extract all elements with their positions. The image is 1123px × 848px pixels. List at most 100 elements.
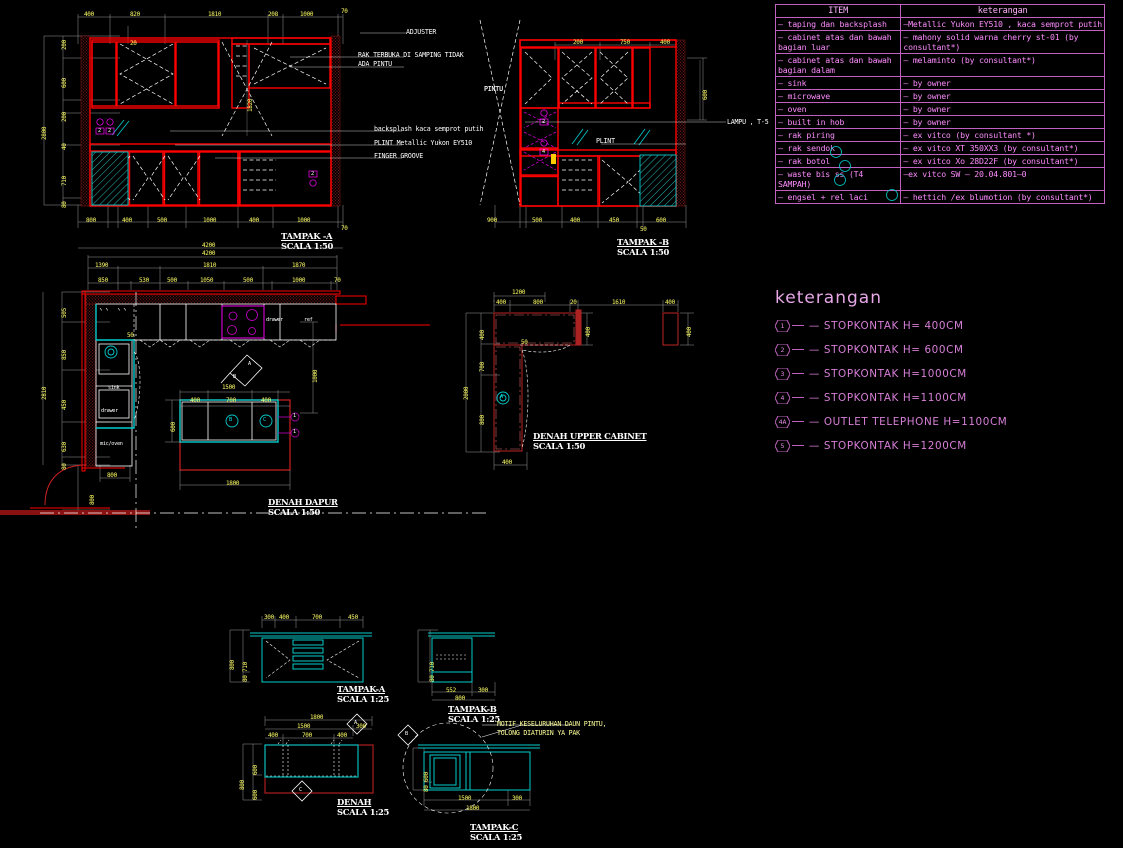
marker-dd-a: A (354, 720, 357, 726)
dim-b-top-2: 750 (620, 39, 630, 46)
spec-value: — by owner (900, 102, 1105, 117)
spec-value: — by owner (900, 76, 1105, 91)
material-spec-table: ITEM keterangan — taping dan backsplash … (774, 3, 1105, 205)
spec-value: — hettich /ex blumotion (by consultant*) (900, 190, 1105, 205)
legend-number: 4 (780, 393, 785, 402)
legend-number: 3 (780, 369, 785, 378)
dim-plan-left-2: 850 (61, 350, 68, 360)
dim-plan-right: 1000 (312, 369, 319, 383)
dim-upper-2: 800 (533, 299, 543, 306)
dim-a-inner: 1820 (247, 98, 254, 112)
legend-dash-icon (792, 325, 804, 326)
legend-dash-icon (792, 397, 804, 398)
spec-item: — rak sendok (774, 141, 902, 156)
title-detail-tampak-c-text: TAMPAK-C (470, 822, 519, 832)
dim-upper-left-2: 700 (479, 362, 486, 372)
title-denah-dapur: DENAH DAPUR SCALA 1:50 (268, 497, 338, 517)
dim-db-left-1: 710 (429, 662, 436, 672)
spec-value: — ex vitco (by consultant *) (900, 128, 1105, 143)
legend-item-4a: 4A — OUTLET TELEPHONE H=1100CM (775, 415, 1007, 428)
spec-row: — cabinet atas dan bawah bagian luar — m… (774, 30, 1105, 55)
dim-plan-left-overall: 2810 (41, 386, 48, 400)
dim-dd-r2-1: 1500 (297, 723, 311, 730)
dim-b-top-1: 200 (573, 39, 583, 46)
spec-header-row: ITEM keterangan (774, 3, 1105, 19)
title-detail-tampak-a: TAMPAK-A SCALA 1:25 (337, 684, 389, 704)
dim-db-left-2: 80 (429, 675, 436, 682)
marker-upper-a: A (500, 394, 503, 400)
title-denah-dapur-text: DENAH DAPUR (268, 497, 338, 507)
note-rak-terbuka-1: RAK TERBUKA DI SAMPING TIDAK (358, 51, 464, 59)
title-tampak-a: TAMPAK -A SCALA 1:50 (281, 231, 334, 251)
legend-text: — STOPKONTAK H=1000CM (809, 367, 967, 380)
dim-a-bot-5: 400 (249, 217, 259, 224)
legend-dash-icon (792, 349, 804, 350)
legend-item-4: 4 — STOPKONTAK H=1100CM (775, 391, 1007, 404)
hexagon-marker-icon: 4A (775, 415, 790, 428)
spec-row: — taping dan backsplash —Metallic Yukon … (774, 17, 1105, 32)
title-tampak-b: TAMPAK -B SCALA 1:50 (617, 237, 670, 257)
spec-header-keterangan: keterangan (900, 3, 1105, 19)
spec-header-item: ITEM (774, 3, 902, 19)
dim-a-top-6: 70 (341, 8, 348, 15)
dim-da-left-2: 80 (242, 675, 249, 682)
dim-dd-r3-2: 700 (302, 732, 312, 739)
dim-db-bot-overall: 800 (455, 695, 465, 702)
dim-upper-left-overall: 2000 (463, 386, 470, 400)
dim-plan-r3-5: 500 (243, 277, 253, 284)
spec-item: — microwave (774, 89, 902, 104)
dim-a-top-5: 1000 (300, 11, 314, 18)
dim-island-overall: 1500 (222, 384, 236, 391)
legend-text: — OUTLET TELEPHONE H=1100CM (809, 415, 1008, 428)
dim-upper-right-2: 400 (686, 327, 693, 337)
section-mark-a: A (248, 361, 251, 367)
keterangan-title: keterangan (775, 288, 882, 308)
detail-tampak-a (229, 616, 372, 683)
outlet-num-b1: 2 (542, 119, 545, 125)
legend-text: — STOPKONTAK H=1100CM (809, 391, 967, 404)
title-denah-upper: DENAH UPPER CABINET SCALA 1:50 (533, 431, 647, 451)
spec-value: —ex vitco SW — 20.04.801—0 (900, 167, 1105, 192)
label-drawer-top: drawer (266, 317, 283, 323)
dim-a-top-inner: 20 (130, 40, 137, 47)
island (165, 390, 300, 490)
outlet-num-b2: 4 (542, 149, 545, 155)
legend-text: — STOPKONTAK H=1200CM (809, 439, 967, 452)
spec-row: — engsel + rel laci — hettich /ex blumot… (774, 190, 1105, 205)
spec-row: — rak sendok — ex vitco XT 350XX3 (by co… (774, 141, 1105, 156)
title-tampak-b-scale: SCALA 1:50 (617, 246, 670, 257)
spec-value: — mahony solid warna cherry st-01 (by co… (900, 30, 1105, 55)
dim-a-bot-7: 70 (341, 225, 348, 232)
dim-dc-left-1: 600 (423, 772, 430, 782)
legend-text: — STOPKONTAK H= 600CM (809, 343, 964, 356)
dim-upper-misc-50: 50 (521, 339, 528, 346)
dim-dc-bot-overall: 1800 (466, 805, 480, 812)
dim-plan-r2-3: 1870 (292, 262, 306, 269)
dim-plan-r3-2: 530 (139, 277, 149, 284)
legend-item-2: 2 — STOPKONTAK H= 600CM (775, 343, 1007, 356)
dim-upper-1: 400 (496, 299, 506, 306)
title-detail-tampak-b: TAMPAK-B SCALA 1:25 (448, 704, 500, 724)
spec-row: — rak piring — ex vitco (by consultant *… (774, 128, 1105, 143)
label-sink: sink (108, 385, 120, 391)
dim-da-3: 700 (312, 614, 322, 621)
dim-plan-r3-3: 500 (167, 277, 177, 284)
title-tampak-a-scale: SCALA 1:50 (281, 240, 334, 251)
spec-row: — cabinet atas dan bawah bagian dalam — … (774, 53, 1105, 78)
note-lampu: LAMPU , T-5 (727, 118, 769, 126)
dim-da-4: 450 (348, 614, 358, 621)
spec-row: — waste bis ss (T4 SAMPAH) —ex vitco SW … (774, 167, 1105, 192)
spec-value: — by owner (900, 115, 1105, 130)
dim-da-1: 300 (264, 614, 274, 621)
marker-island-c: C (263, 417, 266, 423)
marker-island-b: B (229, 417, 232, 423)
spec-item: — cabinet atas dan bawah bagian luar (774, 30, 902, 55)
dim-dd-overall: 1800 (310, 714, 324, 721)
dim-dd-left-overall: 800 (239, 780, 246, 790)
dim-a-left-3: 200 (61, 112, 68, 122)
spec-item: — sink (774, 76, 902, 91)
spec-item: — built in hob (774, 115, 902, 130)
dim-a-bot-3: 500 (157, 217, 167, 224)
hexagon-marker-icon: 4 (775, 391, 790, 404)
title-detail-denah: DENAH SCALA 1:25 (337, 797, 389, 817)
